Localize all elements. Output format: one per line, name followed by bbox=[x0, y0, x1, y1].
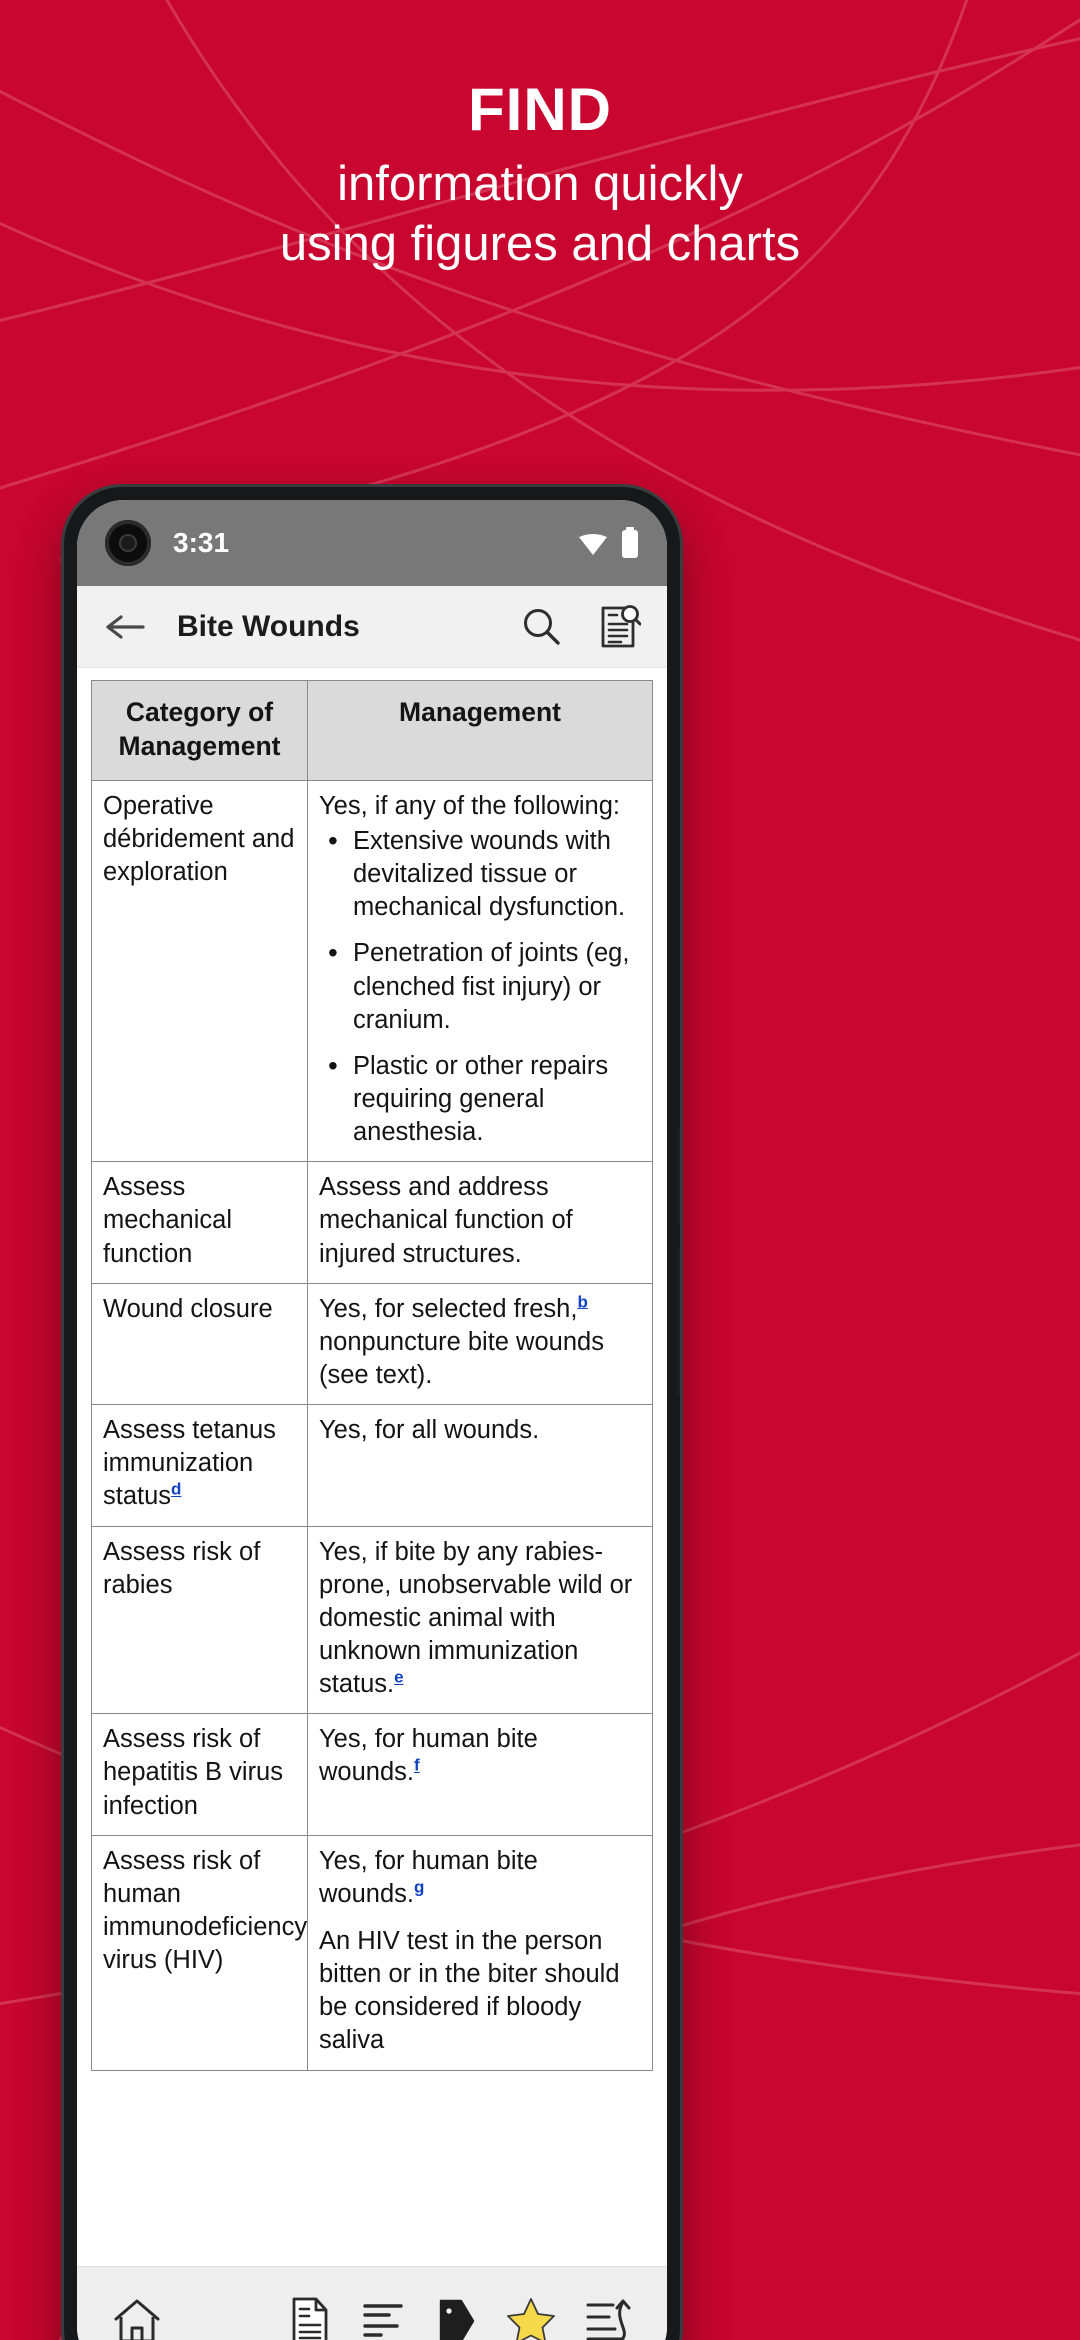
cell-management: Yes, for selected fresh,b nonpuncture bi… bbox=[306, 1282, 654, 1406]
column-header-category: Category of Management bbox=[91, 680, 308, 781]
management-text: Yes, if bite by any rabies-prone, unobse… bbox=[318, 1537, 633, 1699]
status-time: 3:31 bbox=[173, 527, 230, 558]
table-row: Operative débridement and exploration Ye… bbox=[91, 779, 654, 1163]
promo-subtitle-line-2: using figures and charts bbox=[279, 216, 801, 271]
reference-link-g[interactable]: g bbox=[414, 1877, 424, 1896]
cell-management: Yes, if bite by any rabies-prone, unobse… bbox=[306, 1525, 654, 1715]
cell-management: Yes, for human bite wounds.f bbox=[306, 1713, 654, 1836]
document-content[interactable]: Category of Management Management Operat… bbox=[77, 668, 667, 2268]
table-row: Assess risk of rabies Yes, if bite by an… bbox=[91, 1525, 654, 1715]
document-icon[interactable] bbox=[287, 2296, 333, 2340]
front-camera-punch-hole-icon bbox=[105, 520, 151, 566]
bottom-navigation-bar bbox=[77, 2266, 667, 2340]
management-note: An HIV test in the person bitten or in t… bbox=[318, 1926, 620, 2055]
reference-link-d[interactable]: d bbox=[171, 1480, 181, 1499]
promo-headline: FIND information quickly using figures a… bbox=[0, 78, 1080, 275]
home-icon[interactable] bbox=[111, 2295, 163, 2340]
management-table: Category of Management Management Operat… bbox=[91, 680, 654, 2071]
promo-subtitle: information quickly using figures and ch… bbox=[0, 155, 1080, 275]
status-bar: 3:31 bbox=[77, 500, 667, 586]
search-icon[interactable] bbox=[519, 605, 563, 649]
outline-icon[interactable] bbox=[359, 2298, 407, 2340]
cell-management: Assess and address mechanical function o… bbox=[306, 1161, 654, 1284]
star-icon[interactable] bbox=[505, 2296, 557, 2340]
management-bullets: Extensive wounds with devitalized tissue… bbox=[319, 823, 641, 1149]
management-text: Yes, for selected fresh, bbox=[318, 1294, 578, 1323]
cell-category: Assess risk of rabies bbox=[91, 1525, 308, 1715]
table-row: Wound closure Yes, for selected fresh,b … bbox=[91, 1282, 654, 1406]
cell-category: Assess risk of human immunodeficiency vi… bbox=[91, 1834, 308, 2071]
page-title: Bite Wounds bbox=[177, 609, 360, 643]
app-bar-actions bbox=[519, 604, 641, 650]
cell-management: Yes, if any of the following: Extensive … bbox=[306, 779, 654, 1163]
power-button[interactable] bbox=[677, 1127, 680, 1223]
volume-button[interactable] bbox=[677, 1247, 680, 1397]
reference-link-f[interactable]: f bbox=[414, 1756, 420, 1775]
cell-category: Assess mechanical function bbox=[91, 1161, 308, 1284]
management-intro: Yes, if any of the following: bbox=[318, 791, 620, 820]
phone-mockup: 3:31 Bite Wounds Category of Management … bbox=[64, 487, 680, 2340]
management-text: Yes, for human bite wounds. bbox=[318, 1725, 538, 1787]
table-row: Assess tetanus immunization statusd Yes,… bbox=[91, 1404, 654, 1527]
wifi-icon bbox=[579, 534, 607, 555]
category-text: Assess tetanus immunization status bbox=[103, 1416, 276, 1511]
table-row: Assess risk of hepatitis B virus infecti… bbox=[91, 1713, 654, 1836]
promo-title: FIND bbox=[468, 76, 612, 143]
status-indicators bbox=[577, 527, 639, 559]
cell-management: Yes, for human bite wounds.g An HIV test… bbox=[306, 1834, 654, 2071]
management-text: Yes, for human bite wounds. bbox=[318, 1846, 538, 1908]
bottom-nav-actions bbox=[287, 2296, 633, 2340]
battery-icon bbox=[622, 527, 638, 558]
reference-link-e[interactable]: e bbox=[394, 1668, 403, 1687]
list-item: Penetration of joints (eg, clenched fist… bbox=[319, 935, 641, 1036]
table-row: Assess mechanical function Assess and ad… bbox=[91, 1161, 654, 1284]
table-row: Assess risk of human immunodeficiency vi… bbox=[91, 1834, 654, 2071]
app-bar: Bite Wounds bbox=[77, 586, 667, 668]
management-text-rest: nonpuncture bite wounds (see text). bbox=[318, 1327, 604, 1389]
back-arrow-icon[interactable] bbox=[103, 611, 145, 643]
phone-screen: 3:31 Bite Wounds Category of Management … bbox=[77, 500, 667, 2340]
cell-category: Assess tetanus immunization statusd bbox=[91, 1404, 308, 1527]
list-item: Extensive wounds with devitalized tissue… bbox=[319, 823, 641, 924]
cell-category: Operative débridement and exploration bbox=[91, 779, 308, 1163]
promo-subtitle-line-1: information quickly bbox=[337, 157, 743, 211]
management-intro: Yes, for human bite wounds.g bbox=[319, 1845, 641, 1911]
document-search-icon[interactable] bbox=[597, 604, 641, 650]
table-header-row: Category of Management Management bbox=[91, 680, 654, 781]
notes-icon[interactable] bbox=[583, 2296, 633, 2340]
column-header-management: Management bbox=[306, 680, 654, 781]
cell-management: Yes, for all wounds. bbox=[306, 1404, 654, 1527]
cell-category: Wound closure bbox=[91, 1282, 308, 1406]
reference-link-b[interactable]: b bbox=[577, 1292, 587, 1311]
tag-icon[interactable] bbox=[433, 2297, 479, 2340]
cell-category: Assess risk of hepatitis B virus infecti… bbox=[91, 1713, 308, 1836]
list-item: Plastic or other repairs requiring gener… bbox=[319, 1048, 641, 1149]
